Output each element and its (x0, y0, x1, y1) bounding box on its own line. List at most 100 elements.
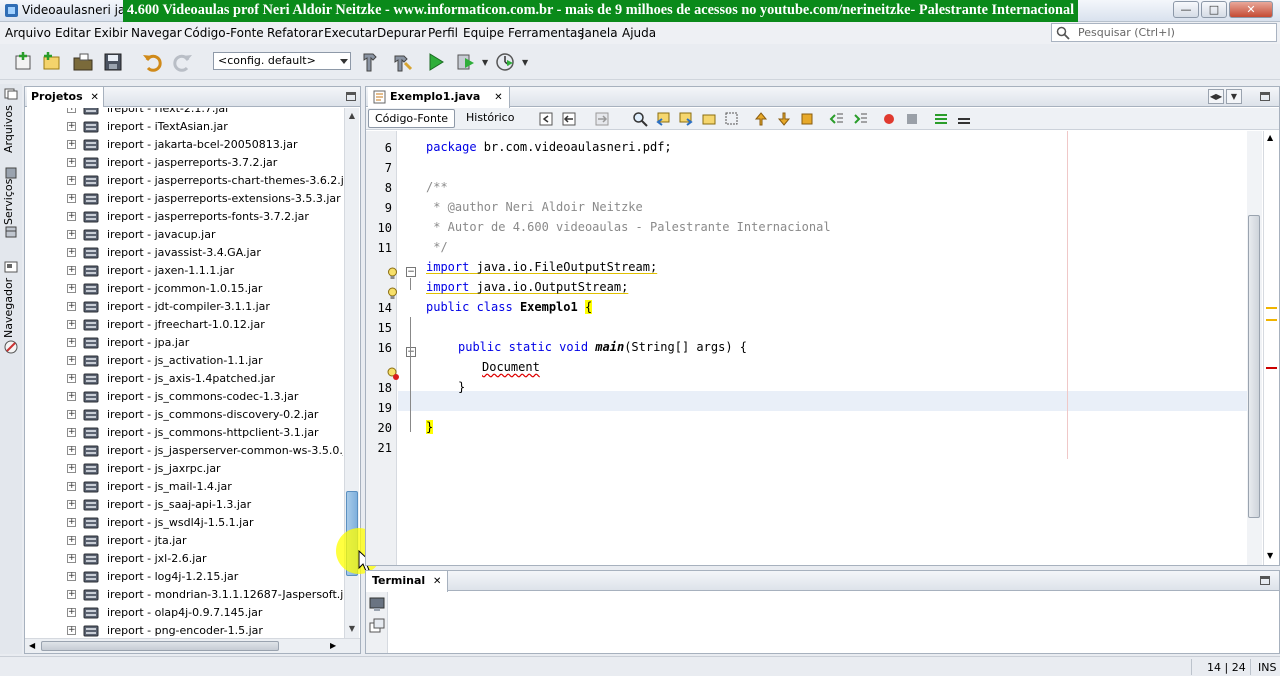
expand-toggle-icon[interactable]: + (67, 482, 76, 491)
toggle-bookmark-icon[interactable] (799, 111, 815, 127)
stop-macro-icon[interactable] (904, 111, 920, 127)
expand-toggle-icon[interactable]: + (67, 194, 76, 203)
profile-dropdown-icon[interactable]: ▼ (522, 58, 528, 67)
expand-toggle-icon[interactable]: + (67, 410, 76, 419)
tree-item[interactable]: + ireport - png-encoder-1.5.jar (25, 622, 343, 638)
expand-toggle-icon[interactable]: + (67, 176, 76, 185)
clean-build-icon[interactable] (359, 51, 381, 73)
close-tab-icon[interactable]: ✕ (433, 576, 441, 587)
tree-item[interactable]: + ireport - js_saaj-api-1.3.jar (25, 496, 343, 514)
open-project-icon[interactable] (72, 51, 94, 73)
expand-toggle-icon[interactable]: + (67, 392, 76, 401)
close-window-button[interactable]: ✕ (1229, 1, 1273, 18)
expand-toggle-icon[interactable]: + (67, 158, 76, 167)
error-mark[interactable] (1266, 367, 1277, 369)
tree-item[interactable]: + ireport - jasperreports-3.7.2.jar (25, 154, 343, 172)
undo-icon[interactable] (141, 51, 163, 73)
tree-item[interactable]: + ireport - jfreechart-1.0.12.jar (25, 316, 343, 334)
menu-janela[interactable]: Janela (581, 26, 618, 40)
close-tab-icon[interactable]: ✕ (90, 92, 98, 103)
expand-toggle-icon[interactable]: + (67, 446, 76, 455)
horizontal-scroll-thumb[interactable] (41, 641, 279, 651)
build-icon[interactable] (391, 51, 413, 73)
menu-executar[interactable]: Executar (324, 26, 377, 40)
expand-toggle-icon[interactable]: + (67, 248, 76, 257)
tree-item[interactable]: + ireport - olap4j-0.9.7.145.jar (25, 604, 343, 622)
tab-arquivos[interactable]: Arquivos (2, 104, 20, 154)
tree-item[interactable]: + ireport - jakarta-bcel-20050813.jar (25, 136, 343, 154)
tree-item[interactable]: + ireport - jta.jar (25, 532, 343, 550)
profile-icon[interactable] (494, 51, 516, 73)
menu-exibir[interactable]: Exibir (94, 26, 128, 40)
code-area[interactable]: package br.com.videoaulasneri.pdf; /** *… (398, 131, 1248, 565)
menu-refatorar[interactable]: Refatorar (267, 26, 323, 40)
search-input[interactable]: Pesquisar (Ctrl+I) (1051, 23, 1277, 42)
tree-item[interactable]: + ireport - jdt-compiler-3.1.1.jar (25, 298, 343, 316)
expand-toggle-icon[interactable]: + (67, 626, 76, 635)
view-codigo-fonte[interactable]: Código-Fonte (368, 109, 456, 128)
expand-toggle-icon[interactable]: + (67, 320, 76, 329)
last-edit-icon[interactable] (538, 111, 554, 127)
projects-horizontal-scrollbar[interactable]: ◀ ▶ (25, 638, 360, 653)
find-selection-icon[interactable] (701, 111, 717, 127)
expand-toggle-icon[interactable]: + (67, 374, 76, 383)
scroll-down-icon[interactable]: ▼ (347, 624, 357, 634)
menu-perfil[interactable]: Perfil (428, 26, 458, 40)
new-project-icon[interactable] (12, 51, 34, 73)
expand-toggle-icon[interactable]: + (67, 230, 76, 239)
redo-icon[interactable] (172, 51, 194, 73)
menu-codigo-fonte[interactable]: Código-Fonte (184, 26, 264, 40)
tab-list-button[interactable]: ▼ (1226, 89, 1242, 104)
start-macro-icon[interactable] (881, 111, 897, 127)
tree-item[interactable]: + ireport - js_jaxrpc.jar (25, 460, 343, 478)
tree-item[interactable]: + ireport - javacup.jar (25, 226, 343, 244)
tree-item[interactable]: + ireport - javassist-3.4.GA.jar (25, 244, 343, 262)
uncomment-icon[interactable] (956, 111, 972, 127)
expand-toggle-icon[interactable]: + (67, 428, 76, 437)
tab-projetos[interactable]: Projetos ✕ (27, 87, 104, 107)
menu-equipe[interactable]: Equipe (463, 26, 504, 40)
view-historico[interactable]: Histórico (460, 109, 520, 128)
expand-toggle-icon[interactable]: + (67, 284, 76, 293)
expand-toggle-icon[interactable]: + (67, 572, 76, 581)
expand-toggle-icon[interactable]: + (67, 122, 76, 131)
menu-arquivo[interactable]: Arquivo (5, 26, 51, 40)
expand-toggle-icon[interactable]: + (67, 212, 76, 221)
maximize-button[interactable]: □ (1201, 1, 1227, 18)
expand-toggle-icon[interactable]: + (67, 338, 76, 347)
editor-vertical-scrollbar[interactable] (1247, 131, 1262, 565)
minimize-panel-button[interactable] (346, 92, 356, 101)
tree-item[interactable]: + ireport - js_mail-1.4.jar (25, 478, 343, 496)
previous-bookmark-icon[interactable] (753, 111, 769, 127)
scroll-tabs-left-button[interactable]: ◀▶ (1208, 89, 1224, 104)
tree-item[interactable]: + ireport - js_axis-1.4patched.jar (25, 370, 343, 388)
tree-item[interactable]: + ireport - js_jasperserver-common-ws-3.5… (25, 442, 343, 460)
tree-item[interactable]: + ireport - js_wsdl4j-1.5.1.jar (25, 514, 343, 532)
next-bookmark-icon[interactable] (776, 111, 792, 127)
tree-item[interactable]: + ireport - js_commons-codec-1.3.jar (25, 388, 343, 406)
tree-item[interactable]: + ireport - log4j-1.2.15.jar (25, 568, 343, 586)
comment-icon[interactable] (933, 111, 949, 127)
tree-item[interactable]: + ireport - js_activation-1.1.jar (25, 352, 343, 370)
expand-toggle-icon[interactable]: + (67, 108, 76, 113)
scroll-left-icon[interactable]: ◀ (29, 641, 35, 650)
close-tab-icon[interactable]: ✕ (494, 92, 502, 103)
tree-item[interactable]: + ireport - iText-2.1.7.jar (25, 108, 343, 118)
expand-toggle-icon[interactable]: + (67, 608, 76, 617)
tree-item[interactable]: + ireport - js_commons-httpclient-3.1.jar (25, 424, 343, 442)
tree-item[interactable]: + ireport - jcommon-1.0.15.jar (25, 280, 343, 298)
warning-mark[interactable] (1266, 307, 1277, 309)
expand-toggle-icon[interactable]: + (67, 266, 76, 275)
tab-navegador[interactable]: Navegador (2, 278, 20, 338)
tab-terminal[interactable]: Terminal ✕ (366, 571, 449, 592)
tree-item[interactable]: + ireport - iTextAsian.jar (25, 118, 343, 136)
minimize-terminal-button[interactable] (1260, 576, 1270, 585)
tree-item[interactable]: + ireport - jpa.jar (25, 334, 343, 352)
expand-toggle-icon[interactable]: + (67, 554, 76, 563)
shift-left-icon[interactable] (829, 111, 845, 127)
expand-toggle-icon[interactable]: + (67, 536, 76, 545)
tree-item[interactable]: + ireport - jasperreports-fonts-3.7.2.jar (25, 208, 343, 226)
warning-mark[interactable] (1266, 319, 1277, 321)
menu-editar[interactable]: Editar (55, 26, 91, 40)
minimize-button[interactable]: — (1173, 1, 1199, 18)
